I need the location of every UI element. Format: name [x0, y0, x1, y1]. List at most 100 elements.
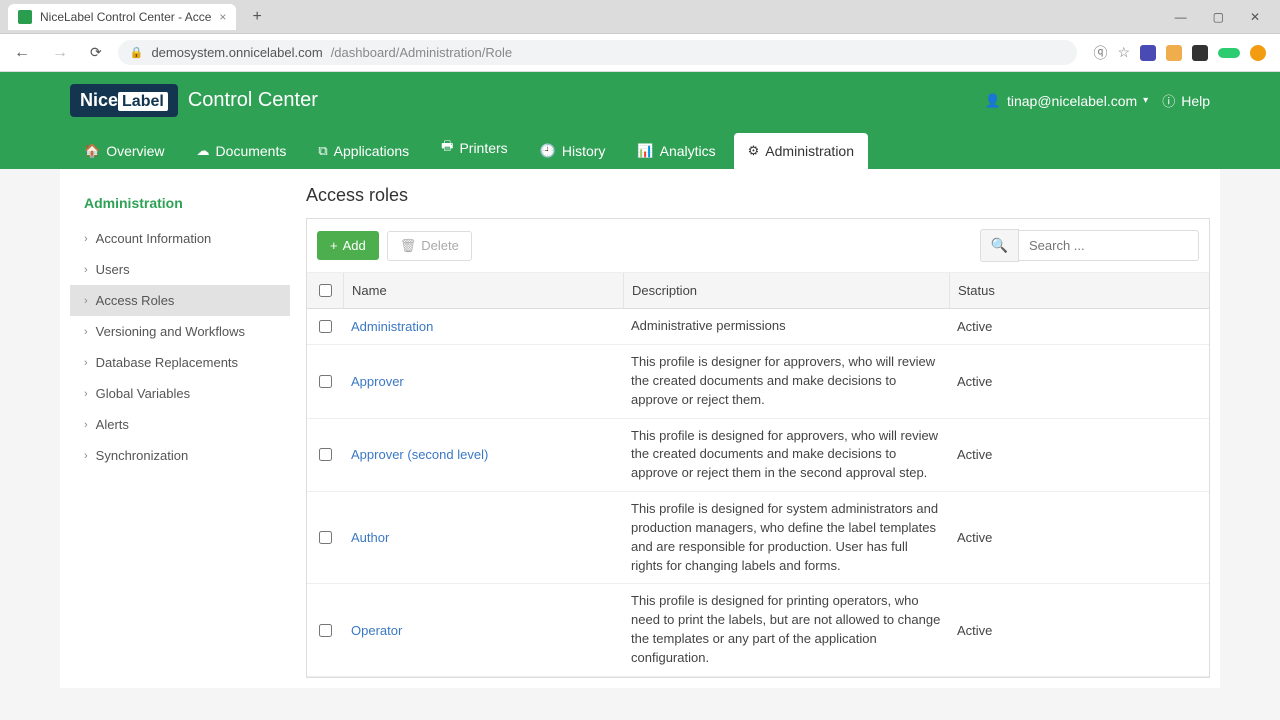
- delete-button[interactable]: 🗑 Delete: [387, 231, 472, 261]
- panel: + Add 🗑 Delete 🔍: [306, 218, 1210, 678]
- chevron-right-icon: ›: [84, 450, 88, 462]
- role-link[interactable]: Approver: [351, 374, 404, 389]
- sidebar-item-versioning-and-workflows[interactable]: ›Versioning and Workflows: [70, 316, 290, 347]
- url-host: demosystem.onnicelabel.com: [151, 45, 322, 60]
- nav-icon: ⚙: [748, 143, 760, 159]
- tab-close-icon[interactable]: ×: [219, 10, 226, 24]
- extension-icon[interactable]: [1218, 48, 1240, 58]
- chevron-right-icon: ›: [84, 326, 88, 338]
- row-status-cell: Active: [949, 309, 1209, 344]
- url-field[interactable]: 🔒 demosystem.onnicelabel.com/dashboard/A…: [118, 40, 1078, 65]
- window-minimize-icon[interactable]: —: [1169, 6, 1193, 28]
- profile-avatar-icon[interactable]: [1250, 45, 1266, 61]
- chevron-down-icon: ▾: [1143, 95, 1148, 106]
- nav-reload-icon[interactable]: ⟳: [84, 40, 108, 65]
- row-checkbox[interactable]: [319, 624, 332, 637]
- extensions-menu-icon[interactable]: [1192, 45, 1208, 61]
- app-header: NiceLabel Control Center 👤 tinap@nicelab…: [0, 72, 1280, 169]
- sidebar-item-label: Users: [96, 262, 130, 277]
- logo-text-right: Label: [118, 92, 168, 111]
- row-status-cell: Active: [949, 364, 1209, 399]
- sidebar-item-database-replacements[interactable]: › Database Replacements: [70, 347, 290, 378]
- grid-body[interactable]: AdministrationAdministrative permissions…: [307, 309, 1209, 677]
- col-header-description[interactable]: Description: [623, 273, 949, 308]
- role-link[interactable]: Operator: [351, 623, 402, 638]
- sidebar-item-label: Database Replacements: [96, 355, 238, 370]
- row-checkbox[interactable]: [319, 320, 332, 333]
- extension-icon[interactable]: [1166, 45, 1182, 61]
- addr-icons: ⓠ ☆: [1087, 43, 1272, 63]
- sidebar-item-users[interactable]: › Users: [70, 254, 290, 285]
- nav-label: Printers: [459, 140, 507, 156]
- nav-tab-history[interactable]: 🕘History: [526, 133, 620, 169]
- chevron-right-icon: ›: [84, 357, 88, 369]
- nav-forward-icon[interactable]: →: [46, 40, 74, 66]
- user-menu[interactable]: 👤 tinap@nicelabel.com ▾: [985, 93, 1148, 109]
- sidebar-item-label: Global Variables: [96, 386, 190, 401]
- table-row: ApproverThis profile is designer for app…: [307, 345, 1209, 419]
- chevron-right-icon: ›: [84, 264, 88, 276]
- user-email: tinap@nicelabel.com: [1007, 93, 1137, 109]
- nav-tab-administration[interactable]: ⚙Administration: [734, 133, 868, 169]
- nav-icon: 🕘: [540, 143, 556, 159]
- lock-icon: 🔒: [130, 46, 144, 59]
- search-input[interactable]: [1019, 230, 1199, 261]
- nav-tab-applications[interactable]: ⧉Applications: [304, 133, 423, 169]
- logo-text-left: Nice: [80, 90, 118, 110]
- user-icon: 👤: [985, 93, 1001, 109]
- nav-label: Analytics: [660, 143, 716, 159]
- sidebar-item-synchronization[interactable]: ›Synchronization: [70, 440, 290, 471]
- row-description-cell: This profile is designed for printing op…: [623, 584, 949, 675]
- role-link[interactable]: Administration: [351, 319, 433, 334]
- nav-icon: 🖶: [441, 137, 453, 159]
- select-all-cell: [307, 273, 343, 308]
- extension-icon[interactable]: [1140, 45, 1156, 61]
- row-checkbox[interactable]: [319, 448, 332, 461]
- nav-icon: 🏠: [84, 143, 100, 159]
- select-all-checkbox[interactable]: [319, 284, 332, 297]
- sidebar-item-access-roles[interactable]: ›Access Roles: [70, 285, 290, 316]
- nav-tab-documents[interactable]: ☁Documents: [183, 133, 301, 169]
- col-header-status[interactable]: Status: [949, 273, 1209, 308]
- nav-label: Overview: [106, 143, 164, 159]
- window-close-icon[interactable]: ✕: [1244, 6, 1266, 28]
- new-tab-button[interactable]: +: [244, 4, 269, 30]
- sidebar-item-alerts[interactable]: ›Alerts: [70, 409, 290, 440]
- sidebar-item-account-information[interactable]: ›Account Information: [70, 223, 290, 254]
- add-label: Add: [343, 238, 366, 253]
- window-maximize-icon[interactable]: ▢: [1207, 6, 1230, 28]
- row-checkbox[interactable]: [319, 531, 332, 544]
- search-button[interactable]: 🔍: [980, 229, 1019, 262]
- nav-tabs: 🏠 Overview ☁Documents⧉Applications 🖶 Printer…: [60, 117, 1220, 169]
- help-link[interactable]: ⓘ Help: [1162, 91, 1210, 110]
- chevron-right-icon: ›: [84, 295, 88, 307]
- browser-tab[interactable]: NiceLabel Control Center - Acce ×: [8, 4, 236, 30]
- nav-tab-overview[interactable]: 🏠 Overview: [70, 133, 179, 169]
- row-name-cell: Author: [343, 520, 623, 555]
- nav-back-icon[interactable]: ←: [8, 40, 36, 66]
- main: Administration ›Account Information › User…: [60, 169, 1220, 688]
- nav-tab-analytics[interactable]: 📊 Analytics: [623, 133, 729, 169]
- role-link[interactable]: Approver (second level): [351, 447, 488, 462]
- sidebar-item-global-variables[interactable]: › Global Variables: [70, 378, 290, 409]
- bookmark-star-icon[interactable]: ☆: [1117, 44, 1130, 61]
- row-checkbox[interactable]: [319, 375, 332, 388]
- page-title: Access roles: [306, 179, 1210, 218]
- row-name-cell: Approver: [343, 364, 623, 399]
- omnibox-search-icon[interactable]: ⓠ: [1093, 43, 1107, 63]
- sidebar: Administration ›Account Information›User…: [70, 179, 290, 678]
- table-row: AdministrationAdministrative permissions…: [307, 309, 1209, 345]
- address-bar: ← → ⟳ 🔒 demosystem.onnicelabel.com/dashb…: [0, 34, 1280, 72]
- logo[interactable]: NiceLabel: [70, 84, 178, 117]
- nav-label: Documents: [216, 143, 287, 159]
- help-label: Help: [1181, 93, 1210, 109]
- role-link[interactable]: Author: [351, 530, 389, 545]
- nav-tab-printers[interactable]: 🖶 Printers: [427, 127, 522, 169]
- add-button[interactable]: + Add: [317, 231, 379, 260]
- url-path: /dashboard/Administration/Role: [331, 45, 512, 60]
- nav-icon: 📊: [637, 143, 653, 159]
- col-header-name[interactable]: Name: [343, 273, 623, 308]
- chevron-right-icon: ›: [84, 388, 88, 400]
- tab-title: NiceLabel Control Center - Acce: [40, 10, 211, 24]
- row-description-cell: This profile is designed for system admi…: [623, 492, 949, 583]
